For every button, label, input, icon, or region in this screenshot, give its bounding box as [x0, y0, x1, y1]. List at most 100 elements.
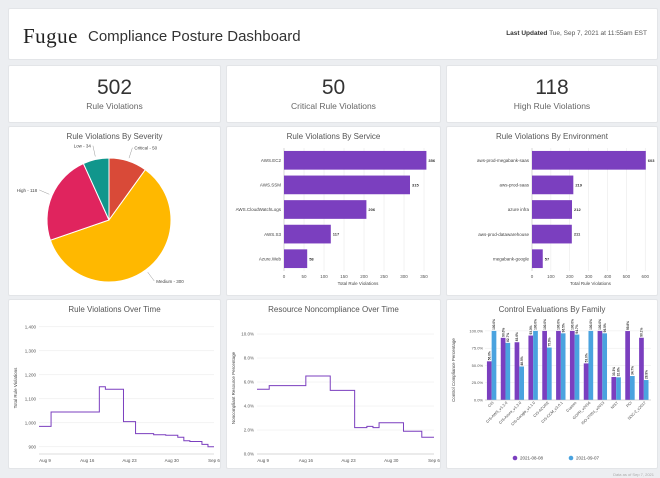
bar-2021-08-08 [569, 330, 575, 400]
category-label: azure infra [508, 207, 530, 212]
bar-2021-08-08 [542, 330, 547, 400]
bar-2021-09-07 [533, 330, 538, 400]
x-tick-label: 100 [320, 274, 328, 279]
y-tick-label: 100.0% [469, 328, 483, 333]
legend-label: 2021-09-07 [576, 456, 600, 461]
y-tick-label: 8.0% [244, 356, 254, 361]
bar-data-label: 100.0% [598, 319, 602, 330]
bar-value-label: 117 [333, 232, 340, 237]
x-tick-label: 100 [547, 274, 555, 279]
last-updated-label: Last Updated [506, 30, 548, 37]
x-axis-label: Total Rule Violations [570, 281, 611, 286]
bar-value-label: 219 [575, 183, 582, 188]
category-label: AWS.CloudWatchLogs [236, 207, 282, 212]
x-tick-label: Sep 6 [428, 458, 440, 463]
kpi-value: 118 [535, 76, 569, 99]
y-tick-label: 1,100 [25, 396, 37, 401]
bar-data-label: 96.5% [561, 323, 565, 332]
x-tick-label: 500 [623, 274, 631, 279]
bar-data-label: 100.0% [534, 319, 538, 330]
bar [532, 175, 574, 195]
bar-2021-09-07 [602, 333, 608, 400]
bar [532, 224, 572, 244]
kpi-card-high-violations[interactable]: 118 High Rule Violations [446, 65, 658, 123]
x-tick-label: Aug 23 [122, 458, 137, 463]
bar-data-label: 34.7% [631, 366, 635, 375]
x-axis-label: Total Rule Violations [338, 281, 379, 286]
y-tick-label: 900 [28, 444, 36, 449]
dashboard-header: Fugue Compliance Posture Dashboard Last … [8, 8, 658, 60]
series-line [39, 386, 214, 448]
x-tick-label: 0 [531, 274, 534, 279]
category-label: aws-prod-megabank-saas [477, 158, 530, 163]
bar-data-label: 32.8% [617, 367, 621, 376]
bar-data-label: 82.7% [506, 333, 510, 342]
bar-2021-08-08 [514, 342, 520, 400]
bar-value-label: 212 [574, 207, 581, 212]
bar-data-label: 75.9% [548, 337, 552, 346]
category-label: Custom [566, 401, 578, 413]
bar-2021-09-07 [505, 342, 511, 400]
y-tick-label: 2.0% [244, 428, 254, 433]
last-updated-value: Tue, Sep 7, 2021 at 11:55am EST [549, 30, 647, 37]
bar-2021-08-08 [500, 337, 506, 400]
fugue-logo[interactable]: Fugue [23, 24, 78, 49]
bar-value-label: 206 [368, 207, 375, 212]
pie-leader-line [128, 147, 133, 159]
bar-data-label: 53.0% [584, 353, 588, 362]
bar-data-label: 83.6% [515, 332, 519, 341]
bar-data-label: 93.3% [529, 325, 533, 334]
kpi-label: High Rule Violations [513, 101, 591, 111]
environment-chart-card: Rule Violations By Environment 0 100 200 30… [446, 126, 658, 296]
kpi-label: Critical Rule Violations [291, 101, 376, 111]
kpi-card-critical-violations[interactable]: 50 Critical Rule Violations [226, 65, 441, 123]
bar-data-label: 28.9% [644, 370, 648, 379]
bar-2021-09-07 [491, 330, 497, 400]
kpi-card-rule-violations[interactable]: 502 Rule Violations [8, 65, 221, 123]
bar-data-label: 90.0% [501, 328, 505, 337]
noncompliance-time-card: Resource Noncompliance Over Time 0.0% 2.0… [226, 299, 441, 469]
severity-pie-chart: Critical - 50 Medium - 300 High - 118 Low -… [17, 144, 185, 284]
y-axis-label: Noncompliant Resource Percentage [231, 351, 236, 424]
bar-value-label: 603 [648, 158, 655, 163]
bar [284, 175, 410, 195]
service-bar-chart: 0 50 100 150 200 250 300 350 AWS.EC2 356 AWS.SSM 31… [236, 148, 436, 286]
y-axis-label: Control Compliance Percentage [451, 338, 456, 402]
y-axis-label: Total Rule Violations [13, 367, 18, 408]
x-tick-label: Aug 23 [341, 458, 356, 463]
series-line [257, 375, 434, 438]
legend-label: 2021-08-08 [520, 456, 544, 461]
bar-2021-09-07 [616, 377, 621, 400]
y-tick-label: 0.0% [244, 452, 254, 457]
bar-2021-09-07 [519, 366, 525, 400]
y-tick-label: 75.0% [472, 346, 484, 351]
bar-data-label: 100.0% [543, 319, 547, 330]
x-tick-label: Aug 16 [80, 458, 95, 463]
legend-marker [568, 455, 574, 461]
category-label: AWS.EC2 [261, 158, 282, 163]
y-tick-label: 10.0% [241, 332, 254, 337]
x-tick-label: Aug 9 [39, 458, 51, 463]
x-tick-label: 300 [585, 274, 593, 279]
bar-data-label: 56.0% [487, 351, 491, 360]
environment-bar-chart: 0 100 200 300 400 500 600 aws-prod-megabank-saa… [477, 148, 655, 286]
bar-data-label: 100.0% [557, 319, 561, 330]
bar-data-label: 99.8% [626, 321, 630, 330]
category-label: CIS [487, 401, 495, 409]
bar [532, 200, 573, 219]
bar-value-label: 356 [428, 158, 435, 163]
bar-2021-09-07 [588, 330, 594, 400]
legend-marker [512, 455, 518, 461]
bar-2021-08-08 [625, 331, 630, 400]
bar [284, 224, 331, 244]
x-tick-label: Aug 30 [165, 458, 180, 463]
bar-2021-08-08 [611, 376, 617, 400]
bar-data-label: 100.0% [570, 319, 574, 330]
bar [532, 249, 543, 269]
pie-leader-line [92, 145, 96, 157]
kpi-value: 502 [96, 76, 133, 99]
x-tick-label: 350 [420, 274, 428, 279]
y-tick-label: 1,400 [25, 324, 37, 329]
category-label: AWS.S3 [264, 232, 281, 237]
category-label: PCI [626, 401, 633, 408]
